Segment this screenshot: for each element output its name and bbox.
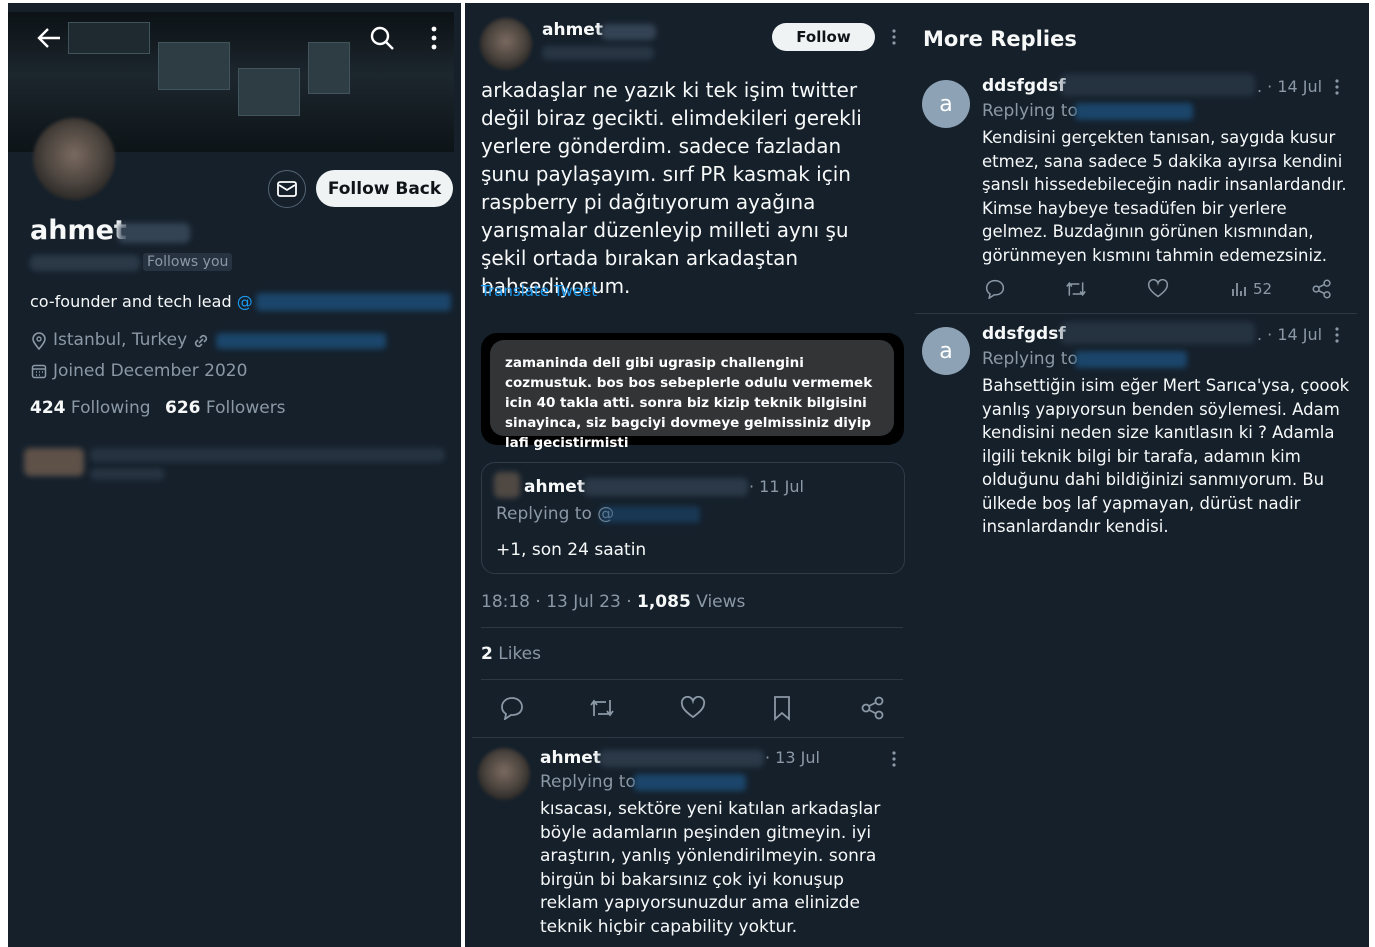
reply-more-icon[interactable]: [1334, 79, 1340, 95]
banner-screen: [238, 68, 300, 116]
reply-date: . · 14 Jul: [1257, 77, 1323, 96]
reply-avatar[interactable]: a: [922, 327, 970, 375]
reply-icon[interactable]: [499, 696, 525, 724]
back-arrow-icon[interactable]: [36, 26, 62, 50]
like-heart-icon[interactable]: [680, 695, 706, 724]
views-label: Views: [696, 592, 746, 612]
following-count: 424: [30, 398, 66, 418]
following-stat[interactable]: 424 Following: [30, 398, 151, 418]
like-heart-icon[interactable]: [1147, 278, 1169, 303]
reply-text: Kendisini gerçekten tanısan, saygıda kus…: [982, 128, 1347, 265]
reply-replying-to: Replying to: [540, 772, 636, 792]
reply-replying-to: Replying to: [982, 349, 1078, 369]
followers-stat[interactable]: 626 Followers: [165, 398, 286, 418]
reply-author-name[interactable]: ahmet: [540, 748, 601, 768]
redacted-reply-mention: [1075, 351, 1187, 368]
reply-replying-to: Replying to: [982, 101, 1078, 121]
quoted-author-avatar: [494, 472, 520, 498]
reply-text: kısacası, sektöre yeni katılan arkadaşla…: [540, 799, 881, 937]
redacted-website-link[interactable]: [216, 333, 386, 349]
translate-tweet-link[interactable]: Translate Tweet: [481, 282, 597, 300]
likes-label: Likes: [498, 644, 541, 664]
banner-screen: [308, 42, 350, 94]
redacted-followers-you-know-avatars: [24, 448, 84, 476]
profile-name: ahmet: [30, 215, 127, 246]
likes-count: 2: [481, 644, 493, 664]
reply-more-icon[interactable]: [891, 751, 897, 767]
reply-avatar[interactable]: a: [922, 80, 970, 128]
location-icon: [31, 332, 47, 350]
tweet-author-avatar[interactable]: [480, 18, 532, 70]
profile-bio: co-founder and tech lead @: [30, 292, 253, 311]
redacted-reply-mention: [1075, 103, 1193, 120]
reply-text: Bahsettiğin isim eğer Mert Sarıca'ysa, ç…: [982, 376, 1350, 536]
follow-back-button[interactable]: Follow Back: [316, 170, 453, 207]
divider: [481, 679, 903, 680]
quoted-text: +1, son 24 saatin: [496, 540, 647, 560]
redacted-followers-you-know: [90, 448, 445, 462]
follow-button[interactable]: Follow: [772, 23, 875, 51]
redacted-mention: [256, 293, 451, 311]
redacted-surname: [118, 223, 190, 243]
divider: [472, 737, 904, 738]
search-icon[interactable]: [368, 24, 396, 52]
quoted-replying-to: Replying to @: [496, 504, 615, 524]
likes-stat[interactable]: 2 Likes: [481, 644, 541, 664]
more-replies-title: More Replies: [923, 27, 1077, 51]
reply-icon[interactable]: [984, 279, 1006, 303]
link-icon: [192, 332, 210, 350]
bookmark-icon[interactable]: [771, 695, 793, 725]
reply-author-name[interactable]: ddsfgdsf: [982, 324, 1066, 344]
tweet-more-icon[interactable]: [891, 29, 897, 45]
redacted-author-handle: [542, 46, 654, 60]
reply-more-icon[interactable]: [1334, 327, 1340, 343]
quoted-author-name: ahmet: [524, 477, 585, 497]
redacted-followers-you-know: [90, 468, 165, 480]
tweet-author-name[interactable]: ahmet: [542, 20, 603, 40]
followers-label: Followers: [205, 398, 286, 418]
follows-you-badge: Follows you: [143, 253, 233, 271]
views-count: 1,085: [637, 592, 691, 612]
redacted-reply-mention: [634, 774, 746, 791]
profile-location: Istanbul, Turkey: [53, 330, 188, 350]
redacted-reply-handle: [1060, 74, 1255, 96]
calendar-icon: [31, 363, 47, 379]
message-button[interactable]: [268, 170, 306, 208]
profile-joined: Joined December 2020: [53, 361, 248, 381]
envelope-icon: [277, 181, 297, 197]
redacted-handle: [30, 255, 140, 271]
retweet-icon[interactable]: [1064, 279, 1088, 303]
bio-mention[interactable]: @: [237, 292, 253, 311]
redacted-author-surname: [601, 24, 656, 40]
reply-author-avatar[interactable]: [478, 748, 530, 800]
quoted-date: · 11 Jul: [749, 477, 804, 496]
redacted-reply-handle: [1060, 322, 1255, 344]
banner-screen: [158, 42, 230, 90]
image-message-text: zamaninda deli gibi ugrasip challengini …: [505, 355, 873, 451]
more-menu-icon[interactable]: [430, 26, 438, 50]
bio-text: co-founder and tech lead: [30, 292, 232, 311]
share-icon[interactable]: [860, 696, 886, 724]
redacted-quoted-handle: [583, 478, 748, 496]
views-chart-icon[interactable]: [1231, 280, 1249, 302]
tweet-timestamp: 18:18 · 13 Jul 23 ·: [481, 592, 632, 612]
tweet-image[interactable]: zamaninda deli gibi ugrasip challengini …: [481, 333, 904, 451]
banner-screen: [68, 22, 150, 54]
reply-date: . · 14 Jul: [1257, 325, 1323, 344]
reply-views-count: 52: [1253, 280, 1273, 298]
redacted-quoted-mention: [600, 506, 700, 523]
tweet-text: arkadaşlar ne yazık ki tek işim twitter …: [481, 78, 862, 298]
profile-avatar[interactable]: [33, 118, 115, 200]
followers-count: 626: [165, 398, 201, 418]
tweet-meta: 18:18 · 13 Jul 23 · 1,085 Views: [481, 592, 745, 612]
divider: [481, 627, 903, 628]
divider: [915, 313, 1357, 314]
share-icon[interactable]: [1311, 279, 1333, 303]
retweet-icon[interactable]: [588, 696, 616, 724]
redacted-reply-handle: [599, 750, 764, 767]
reply-date: · 13 Jul: [765, 748, 820, 767]
reply-author-name[interactable]: ddsfgdsf: [982, 76, 1066, 96]
following-label: Following: [70, 398, 151, 418]
